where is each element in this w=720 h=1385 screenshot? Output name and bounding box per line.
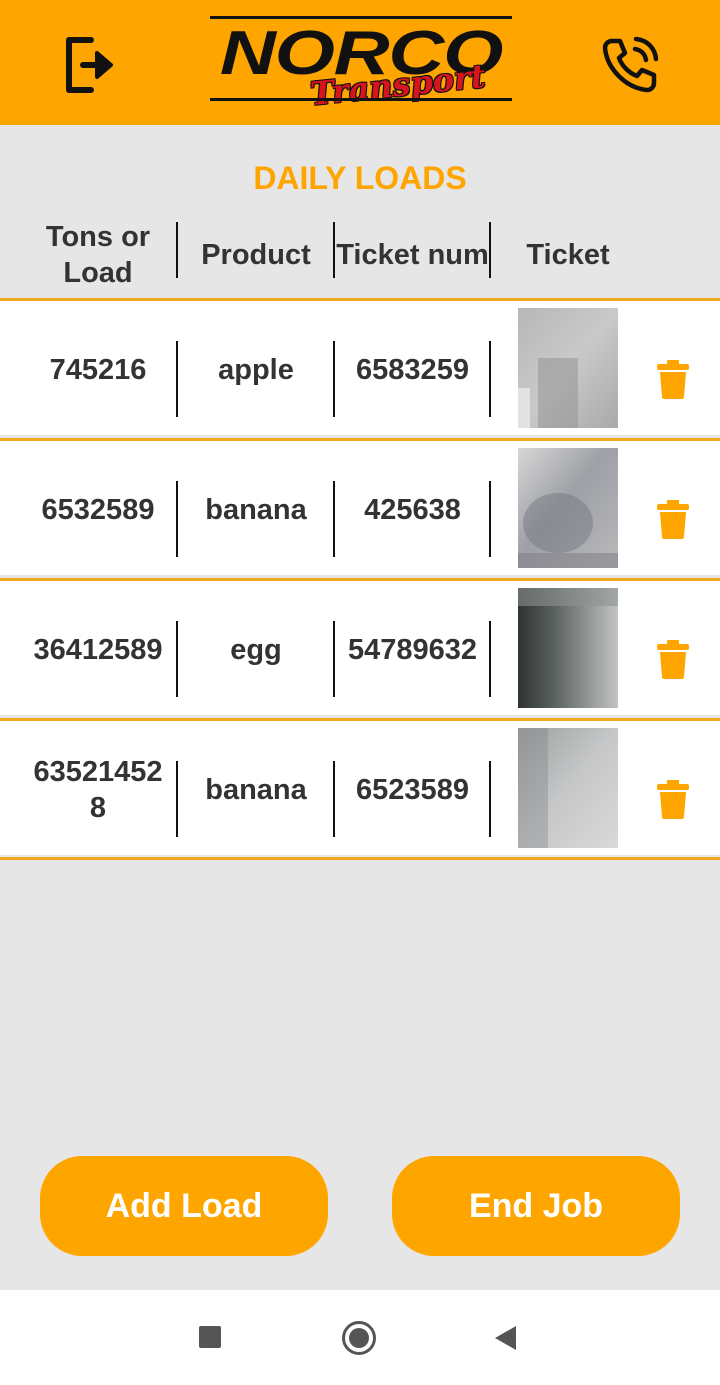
table-bottom-border: [0, 857, 720, 860]
column-header-ticket-num: Ticket num: [336, 239, 489, 271]
end-job-button[interactable]: End Job: [392, 1156, 680, 1256]
app-screen: NORCO Transport DAILY LOADS Tons or Load…: [0, 0, 720, 1385]
table-row[interactable]: 36412589 egg 54789632: [0, 578, 720, 715]
product-cell: banana: [205, 493, 307, 526]
ticket-num-cell: 425638: [364, 493, 461, 526]
ticket-num-cell: 6523589: [356, 773, 469, 806]
logo-bottom-rule: [210, 98, 512, 101]
add-load-button[interactable]: Add Load: [40, 1156, 328, 1256]
tons-cell: 6532589: [41, 493, 155, 526]
phone-call-icon: [602, 36, 659, 93]
product-cell: egg: [230, 633, 282, 666]
tons-cell: 36412589: [33, 633, 163, 666]
column-header-product: Product: [201, 239, 311, 271]
column-divider: [489, 222, 491, 278]
logout-button[interactable]: [55, 30, 125, 100]
trash-icon[interactable]: [655, 499, 691, 539]
system-navigation-bar: [0, 1290, 720, 1385]
app-header: NORCO Transport: [0, 0, 720, 125]
column-divider: [489, 341, 491, 417]
recent-apps-icon[interactable]: [199, 1326, 221, 1348]
column-divider: [489, 481, 491, 557]
ticket-photo-thumbnail[interactable]: [518, 448, 618, 568]
table-row[interactable]: 6532589 banana 425638: [0, 438, 720, 575]
logout-icon: [66, 37, 113, 93]
column-header-ticket: Ticket: [526, 239, 610, 271]
column-divider: [489, 621, 491, 697]
column-header-tons: Tons or Load: [45, 221, 151, 289]
call-button[interactable]: [595, 30, 665, 100]
page-title: DAILY LOADS: [253, 160, 467, 196]
tons-cell: 635214528: [33, 755, 163, 824]
ticket-num-cell: 6583259: [356, 353, 469, 386]
ticket-photo-thumbnail[interactable]: [518, 308, 618, 428]
tons-cell: 745216: [49, 353, 147, 386]
trash-icon[interactable]: [655, 779, 691, 819]
ticket-num-cell: 54789632: [347, 633, 478, 666]
product-cell: banana: [205, 773, 307, 806]
product-cell: apple: [218, 353, 294, 386]
ticket-photo-thumbnail[interactable]: [518, 728, 618, 848]
home-icon[interactable]: [342, 1321, 376, 1355]
norco-transport-logo: NORCO Transport: [210, 14, 512, 113]
trash-icon[interactable]: [655, 639, 691, 679]
back-icon[interactable]: [495, 1326, 516, 1350]
ticket-photo-thumbnail[interactable]: [518, 588, 618, 708]
table-row[interactable]: 745216 apple 6583259: [0, 298, 720, 435]
trash-icon[interactable]: [655, 359, 691, 399]
column-divider: [489, 761, 491, 837]
table-row[interactable]: 635214528 banana 6523589: [0, 718, 720, 855]
table-header: Tons or Load Product Ticket num Ticket: [0, 212, 720, 298]
